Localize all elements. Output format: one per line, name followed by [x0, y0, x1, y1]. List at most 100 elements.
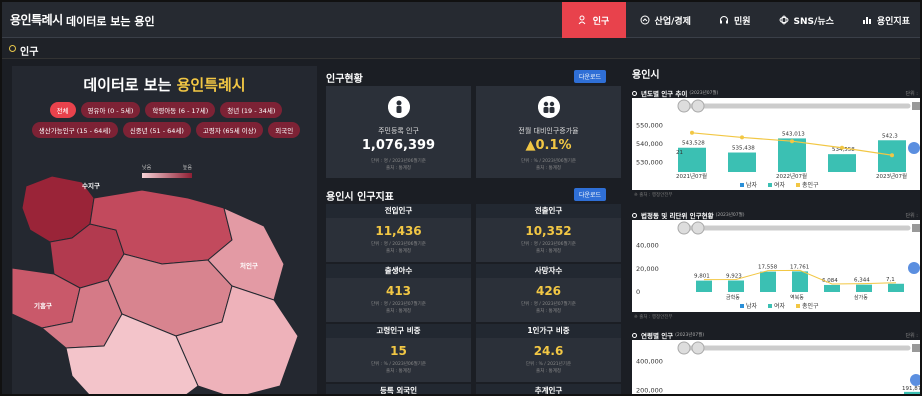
line-point — [790, 139, 794, 144]
filter-chip-youth[interactable]: 청년 (19 - 34세) — [220, 102, 283, 118]
nav-tab-label: SNS/뉴스 — [793, 16, 834, 27]
legend-swatch — [796, 304, 800, 308]
stat-card-note: 단위 : % / 2023년06월기준출처 : 통계청 — [476, 158, 621, 172]
filter-chip-school-age[interactable]: 학령아동 (6 - 17세) — [145, 102, 216, 118]
top-navigation-bar: 용인특례시 데이터로 보는 용인 인구 산업/경제 민원 SNS/뉴스 용인지표 — [2, 2, 920, 38]
chart3-title-text: 연령별 인구 — [641, 332, 674, 340]
range-slider-handle — [677, 341, 691, 355]
legend-swatch — [740, 304, 744, 308]
chart2-title: 법정동 및 리단위 인구현황 (2023년07월) — [632, 210, 745, 220]
indicator-value: 11,436 — [375, 224, 422, 238]
legend-label: 남자 — [746, 181, 758, 189]
bar-male — [828, 154, 856, 172]
bar-value-label: 7,1 — [886, 277, 895, 283]
chart-circle-icon — [640, 15, 650, 25]
bar-male — [778, 138, 806, 172]
map-title-prefix: 데이터로 보는 — [83, 76, 177, 94]
legend-label: 남자 — [746, 302, 758, 310]
indicator-unit-note: 단위 : 명 / 2023년07월기준 — [521, 302, 576, 307]
legend-swatch — [796, 183, 800, 187]
x-tick-label: 2023년07월 — [876, 172, 907, 180]
chart1-unit: 단위 : — [905, 91, 918, 97]
range-slider-handle — [691, 99, 705, 113]
nav-tab-civil[interactable]: 민원 — [705, 2, 765, 38]
indicator-source-note: 출처 : 통계청 — [535, 249, 562, 254]
stat-card-value: ▲0.1% — [525, 138, 572, 153]
filter-chip-elderly[interactable]: 고령자 (65세 이상) — [195, 122, 264, 138]
district-population-chart[interactable]: 40,00020,00009,801 9,92317,558 17,7616,084… — [632, 220, 922, 312]
indicators-section-title: 용인시 인구지표 — [326, 192, 394, 203]
x-tick-label: 금학동 — [726, 294, 740, 301]
bar-population — [728, 280, 744, 292]
indicator-note: 단위 : 명 / 2023년07월기준 출처 : 통계청 — [326, 301, 471, 315]
nav-tab-indicators[interactable]: 용인지표 — [848, 2, 920, 38]
legend-label: 총인구 — [802, 181, 819, 189]
chart1-title: 년도별 인구 추이 (2023년07월) — [632, 88, 718, 98]
range-slider-handle — [677, 221, 691, 235]
chart3-title-date: (2023년07월) — [675, 333, 705, 338]
indicator-value: 24.6 — [533, 344, 564, 358]
age-population-chart[interactable]: 400,000200,000122,341133,535134,262191,8… — [632, 340, 922, 396]
legend-label: 총인구 — [802, 302, 819, 310]
nav-tab-population[interactable]: 인구 — [561, 2, 626, 38]
indicator-value: 413 — [385, 284, 412, 298]
district-choropleth-map[interactable]: 수지구 처인구 기흥구 — [12, 176, 317, 396]
x-tick-label: 역북동 — [790, 294, 804, 301]
filter-chip-middle-age[interactable]: 신중년 (51 - 64세) — [122, 122, 191, 138]
indicator-source-note: 출처 : 통계청 — [385, 309, 412, 314]
nav-tab-industry[interactable]: 산업/경제 — [626, 2, 705, 38]
indicator-source-note: 출처 : 통계청 — [535, 309, 562, 314]
city-logo[interactable]: 용인특례시 — [10, 11, 63, 28]
bar-population — [856, 284, 872, 292]
chart-menu-icon — [912, 344, 920, 352]
filter-chip-infant[interactable]: 영유아 (0 - 5세) — [80, 102, 141, 118]
yearly-population-chart[interactable]: 550,000 540,000 530,000 543,528 535,438 543,0… — [632, 98, 922, 190]
legend-low-label: 낮음 — [142, 165, 152, 171]
bar-value-label: 17,558 — [758, 265, 778, 271]
indicator-head: 추계인구 — [476, 384, 621, 394]
indicator-move-out: 전출인구 10,352 단위 : 명 / 2023년06월기준 출처 : 통계청 — [476, 204, 621, 262]
map-label-cheoin: 처인구 — [240, 261, 258, 270]
charts-panel: 용인시 년도별 인구 추이 (2023년07월) 단위 : 550,000 540,… — [632, 66, 922, 396]
population-download-button[interactable]: 다운로드 — [574, 70, 607, 83]
bar-population — [792, 271, 808, 292]
stat-card-unit-note: 단위 : 명 / 2023년06월기준 — [371, 159, 426, 164]
indicators-download-button[interactable]: 다운로드 — [574, 188, 607, 201]
indicator-head: 사망자수 — [476, 264, 621, 278]
chart2-title-text: 법정동 및 리단위 인구현황 — [641, 212, 714, 220]
range-slider-handle — [677, 99, 691, 113]
chart3-title: 연령별 인구 (2023년07월) — [632, 330, 704, 340]
bar-value-label: 9,801 — [694, 274, 710, 280]
map-label-giheung: 기흥구 — [34, 301, 52, 310]
filter-chip-working-age[interactable]: 생산가능인구 (15 - 64세) — [31, 122, 118, 138]
bar-value-label: 543,528 — [682, 141, 705, 147]
indicator-move-in: 전입인구 11,436 단위 : 명 / 2023년06월기준 출처 : 통계청 — [326, 204, 471, 262]
legend-swatch — [768, 183, 772, 187]
map-label-suji: 수지구 — [82, 181, 100, 190]
chart-zoom-button — [908, 262, 920, 274]
legend-high-label: 높음 — [182, 165, 192, 171]
y-tick-label: 200,000 — [636, 387, 663, 395]
stat-card-source-note: 출처 : 통계청 — [535, 166, 562, 171]
line-point — [840, 145, 844, 150]
indicator-head: 고령인구 비중 — [326, 324, 471, 338]
filter-chip-all[interactable]: 전체 — [49, 102, 76, 118]
bar-population — [888, 283, 904, 292]
age-filter-chips: 전체 영유아 (0 - 5세) 학령아동 (6 - 17세) 청년 (19 - … — [18, 102, 314, 138]
nav-tab-sns[interactable]: SNS/뉴스 — [765, 2, 848, 38]
bar-value-label: 21 — [676, 150, 683, 156]
stat-card-unit-note: 단위 : % / 2023년06월기준 — [520, 159, 577, 164]
line-point — [740, 135, 744, 140]
indicator-single-household: 1인가구 비중 24.6 단위 : % / 2021년기준 출처 : 통계청 — [476, 324, 621, 382]
indicator-note: 단위 : 명 / 2023년06월기준 출처 : 통계청 — [476, 241, 621, 255]
map-panel: 데이터로 보는 용인특례시 전체 영유아 (0 - 5세) 학령아동 (6 - … — [12, 66, 317, 396]
indicator-note: 단위 : 명 / 2023년06월기준 출처 : 통계청 — [326, 241, 471, 255]
population-section-title: 인구현황 — [326, 74, 363, 85]
bar-value-label: 6,344 — [854, 278, 870, 284]
filter-chip-foreigner[interactable]: 외국인 — [268, 122, 301, 138]
range-slider-handle — [691, 341, 705, 355]
y-tick-label: 530,000 — [636, 159, 663, 167]
bar-population — [824, 284, 840, 292]
legend-swatch — [740, 183, 744, 187]
chart1-title-date: (2023년07월) — [689, 91, 719, 96]
